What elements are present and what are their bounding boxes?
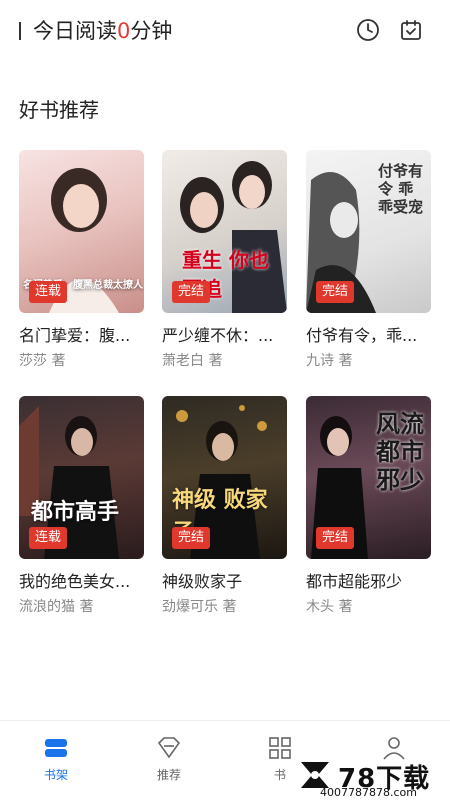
tab-bookshelf[interactable]: 书架: [26, 735, 86, 783]
book-card[interactable]: 风流都市邪少 完结 都市超能邪少 木头 著: [306, 396, 431, 617]
book-cover[interactable]: 风流都市邪少 完结: [306, 396, 431, 559]
book-author: 萧老白 著: [162, 353, 223, 369]
book-title: 名门挚爱：腹...: [19, 326, 131, 345]
watermark: 78下载 4007787878.com: [290, 752, 450, 800]
status-badge: 完结: [316, 281, 355, 303]
reading-minutes: 0: [117, 19, 131, 43]
book-cover[interactable]: 都市高手 连载: [19, 396, 144, 559]
book-cover[interactable]: 重生 你也要追 完结: [162, 150, 287, 313]
book-title: 严少缠不休：...: [162, 326, 274, 345]
book-title: 我的绝色美女...: [19, 572, 131, 591]
book-author: 流浪的猫 著: [19, 599, 94, 615]
top-bar: 今日阅读0分钟: [0, 0, 450, 64]
status-badge: 完结: [172, 281, 211, 303]
bookshelf-icon: [43, 735, 69, 761]
watermark-url: 4007787878.com: [320, 786, 417, 799]
book-cover[interactable]: 神级 败家子 完结: [162, 396, 287, 559]
tab-label: 推荐: [156, 768, 181, 782]
cover-title: 风流都市邪少: [376, 409, 424, 494]
cover-title: 都市高手: [31, 499, 120, 525]
book-cover[interactable]: 名门挚爱：腹黑总裁太撩人 连载: [19, 150, 144, 313]
reading-suffix: 分钟: [130, 19, 173, 43]
status-badge: 连载: [29, 281, 68, 303]
book-card[interactable]: 神级 败家子 完结 神级败家子 劲爆可乐 著: [162, 396, 287, 617]
header-accent-bar: [19, 22, 21, 40]
section-title: 好书推荐: [19, 98, 99, 122]
book-card[interactable]: 都市高手 连载 我的绝色美女... 流浪的猫 著: [19, 396, 144, 617]
book-author: 劲爆可乐 著: [162, 599, 237, 615]
reading-time-text: 今日阅读0分钟: [33, 17, 172, 45]
book-title: 都市超能邪少: [306, 572, 403, 591]
book-card[interactable]: 名门挚爱：腹黑总裁太撩人 连载 名门挚爱：腹... 莎莎 著: [19, 150, 144, 371]
book-author: 木头 著: [306, 599, 353, 615]
diamond-icon: [156, 735, 182, 761]
cover-title: 付爷有令 乖乖受宠: [378, 162, 424, 216]
status-badge: 完结: [316, 527, 355, 549]
book-card[interactable]: 重生 你也要追 完结 严少缠不休：... 萧老白 著: [162, 150, 287, 371]
tab-label: 书架: [43, 768, 68, 782]
book-cover[interactable]: 付爷有令 乖乖受宠 完结: [306, 150, 431, 313]
status-badge: 连载: [29, 527, 68, 549]
book-title: 付爷有令，乖...: [306, 326, 418, 345]
book-card[interactable]: 付爷有令 乖乖受宠 完结 付爷有令，乖... 九诗 著: [306, 150, 431, 371]
tab-recommend[interactable]: 推荐: [139, 735, 199, 783]
book-author: 莎莎 著: [19, 353, 66, 369]
clock-icon[interactable]: [355, 17, 381, 43]
reading-prefix: 今日阅读: [33, 19, 117, 43]
calendar-check-icon[interactable]: [398, 17, 424, 43]
book-author: 九诗 著: [306, 353, 353, 369]
book-title: 神级败家子: [162, 572, 243, 591]
status-badge: 完结: [172, 527, 211, 549]
